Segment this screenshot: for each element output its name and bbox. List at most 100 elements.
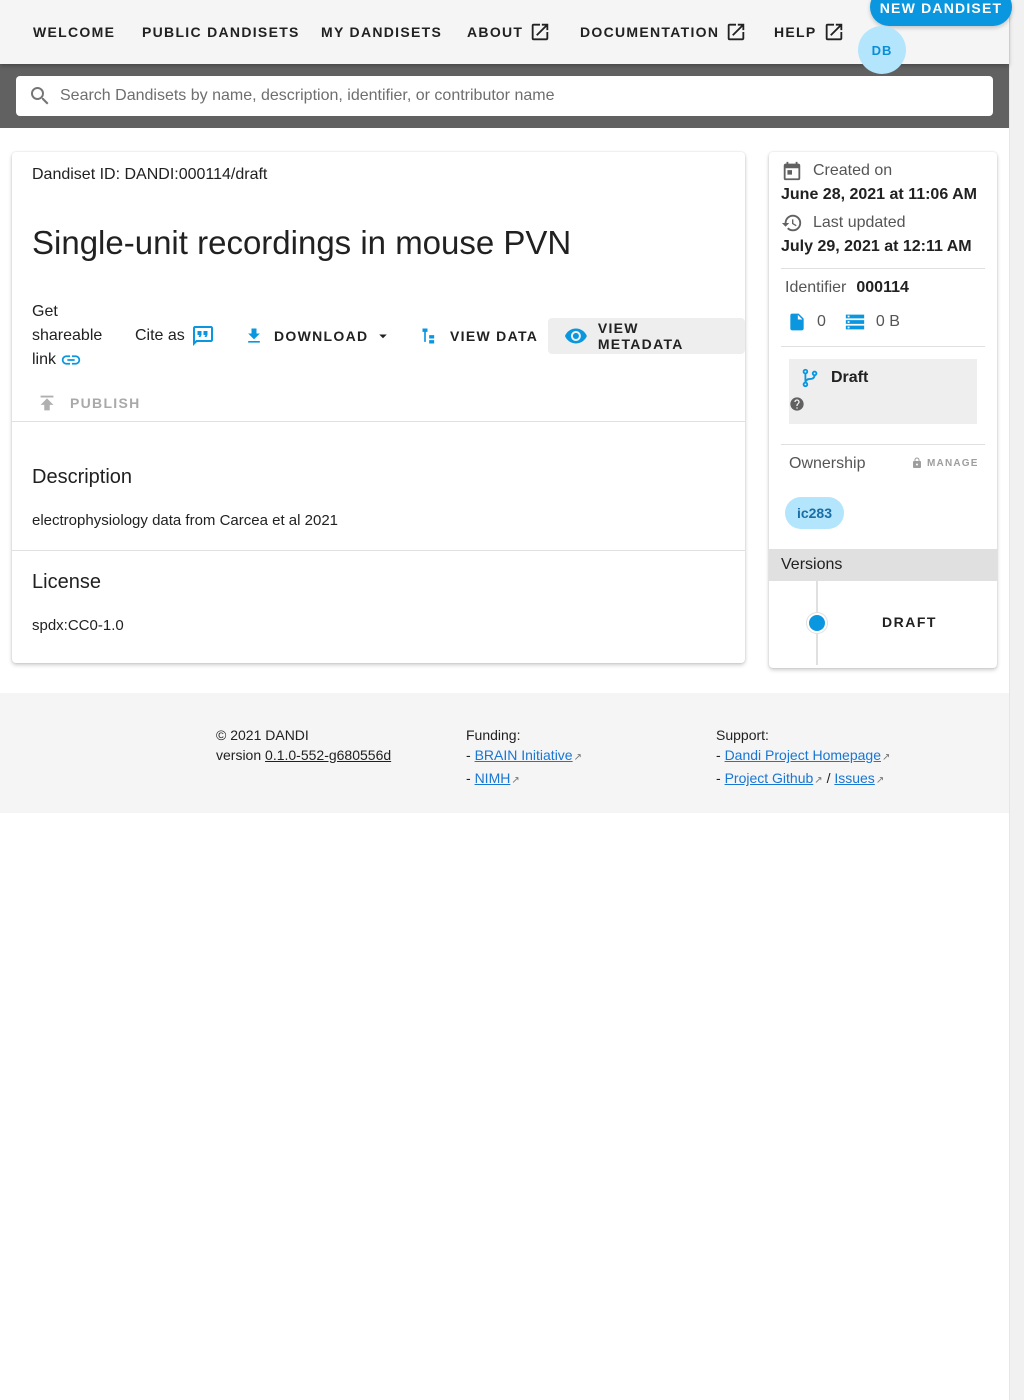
view-metadata-button[interactable]: View Metadata	[548, 318, 745, 354]
file-stats-row: 0 0 B	[787, 311, 900, 333]
license-text: spdx:CC0-1.0	[32, 617, 124, 634]
status-label: Draft	[831, 369, 869, 386]
divider	[12, 421, 745, 422]
funding-heading: Funding:	[466, 727, 521, 743]
version-draft-button[interactable]: Draft	[882, 614, 937, 630]
license-heading: License	[32, 571, 101, 593]
nav-help-label: Help	[774, 24, 817, 40]
version-timeline-dot	[807, 613, 827, 633]
search-icon	[31, 87, 49, 105]
download-label: Download	[274, 328, 369, 344]
calendar-icon	[783, 161, 801, 181]
nav-help[interactable]: Help	[774, 20, 845, 44]
nav-my-dandisets[interactable]: My Dandisets	[321, 20, 442, 44]
search-input[interactable]	[60, 87, 960, 105]
view-data-button[interactable]: View Data	[420, 318, 538, 354]
project-github-link[interactable]: Project Github	[725, 770, 814, 786]
ownership-label: Ownership	[789, 455, 865, 473]
new-dandiset-button[interactable]: New Dandiset	[870, 0, 1012, 26]
storage-icon	[845, 314, 865, 330]
owner-chip[interactable]: ic283	[785, 497, 844, 529]
manage-label: Manage	[927, 457, 979, 469]
file-count: 0	[817, 313, 826, 330]
footer: © 2021 DANDI version 0.1.0-552-g680556d …	[0, 693, 1009, 813]
dandi-homepage-link[interactable]: Dandi Project Homepage	[725, 747, 881, 763]
support-item: - Dandi Project Homepage↗	[716, 747, 891, 763]
updated-value: July 29, 2021 at 12:11 AM	[781, 238, 972, 255]
versions-heading: Versions	[769, 549, 997, 581]
footer-support-column: Support: - Dandi Project Homepage↗ - Pro…	[716, 725, 890, 791]
help-circle-icon[interactable]	[789, 396, 805, 412]
support-separator: /	[826, 770, 831, 786]
identifier-value: 000114	[856, 279, 909, 296]
nav-welcome[interactable]: Welcome	[33, 20, 115, 44]
support-item: - Project Github↗ / Issues↗	[716, 770, 885, 786]
created-label: Created on	[813, 162, 893, 179]
external-link-icon: ↗	[881, 752, 891, 763]
nav-public-dandisets[interactable]: Public Dandisets	[142, 20, 300, 44]
open-in-new-icon	[532, 23, 549, 41]
manage-owners-button[interactable]: Manage	[911, 457, 979, 469]
page-scrollbar[interactable]	[1009, 0, 1024, 1400]
format-quote-icon	[192, 326, 213, 346]
nav-documentation[interactable]: Documentation	[580, 20, 747, 44]
shareable-link-button[interactable]: Get shareable link	[32, 300, 122, 372]
description-heading: Description	[32, 466, 133, 488]
external-link-icon: ↗	[875, 775, 885, 786]
eye-icon	[564, 328, 587, 344]
version-link[interactable]: 0.1.0-552-g680556d	[265, 747, 391, 763]
dandiset-info-card: Created on June 28, 2021 at 11:06 AM Las…	[769, 152, 997, 668]
nimh-link[interactable]: NIMH	[475, 770, 511, 786]
issues-link[interactable]: Issues	[834, 770, 874, 786]
dandiset-title: Single-unit recordings in mouse PVN	[32, 224, 572, 261]
search-box	[16, 76, 993, 116]
lock-icon	[913, 457, 921, 468]
support-heading: Support:	[716, 727, 769, 743]
version-line: version 0.1.0-552-g680556d	[216, 745, 391, 765]
nav-about-label: About	[467, 24, 524, 40]
file-icon	[790, 313, 804, 331]
footer-funding-column: Funding: - BRAIN Initiative↗ - NIMH↗	[466, 725, 582, 791]
download-icon	[248, 328, 260, 343]
funding-item: - NIMH↗	[466, 770, 520, 786]
publish-icon	[40, 395, 54, 411]
identifier-label: Identifier	[785, 279, 847, 296]
updated-label: Last updated	[813, 214, 906, 231]
divider	[781, 444, 985, 445]
view-metadata-label: View Metadata	[597, 320, 684, 352]
divider	[12, 550, 745, 551]
nav-public-dandisets-label: Public Dandisets	[142, 24, 300, 40]
owner-name: ic283	[796, 505, 833, 521]
external-link-icon: ↗	[511, 775, 520, 786]
version-label: Draft	[882, 614, 937, 630]
open-in-new-icon	[728, 23, 745, 41]
nav-about[interactable]: About	[467, 20, 551, 44]
external-link-icon: ↗	[814, 775, 823, 786]
funding-item: - BRAIN Initiative↗	[466, 747, 582, 763]
user-avatar[interactable]: DB	[858, 26, 906, 74]
nav-welcome-label: Welcome	[33, 24, 116, 40]
view-data-label: View Data	[450, 328, 539, 344]
nav-documentation-label: Documentation	[580, 24, 720, 40]
external-link-icon: ↗	[573, 752, 582, 763]
cite-as-label: Cite as	[135, 327, 185, 344]
dandiset-main-card: Dandiset ID: DANDI:000114/draft Single-u…	[12, 152, 745, 663]
ownership-label-text: Ownership	[789, 455, 866, 472]
divider	[781, 268, 985, 269]
identifier-row: Identifier 000114	[785, 279, 909, 297]
total-size: 0 B	[875, 313, 900, 330]
cite-as-button[interactable]: Cite as	[135, 324, 215, 348]
history-icon	[781, 214, 802, 232]
status-row: Draft	[799, 367, 868, 389]
download-button[interactable]: Download	[244, 318, 392, 354]
status-box: Draft	[789, 359, 977, 424]
search-band	[0, 64, 1009, 128]
publish-button[interactable]: Publish	[36, 385, 141, 421]
brain-initiative-link[interactable]: BRAIN Initiative	[475, 747, 573, 763]
updated-row: Last updated	[781, 212, 906, 234]
new-dandiset-label: New Dandiset	[879, 0, 1003, 16]
file-tree-icon	[422, 328, 435, 344]
footer-copyright-column: © 2021 DANDI version 0.1.0-552-g680556d	[216, 725, 391, 765]
publish-label: Publish	[70, 395, 141, 411]
created-row: Created on	[781, 160, 892, 182]
